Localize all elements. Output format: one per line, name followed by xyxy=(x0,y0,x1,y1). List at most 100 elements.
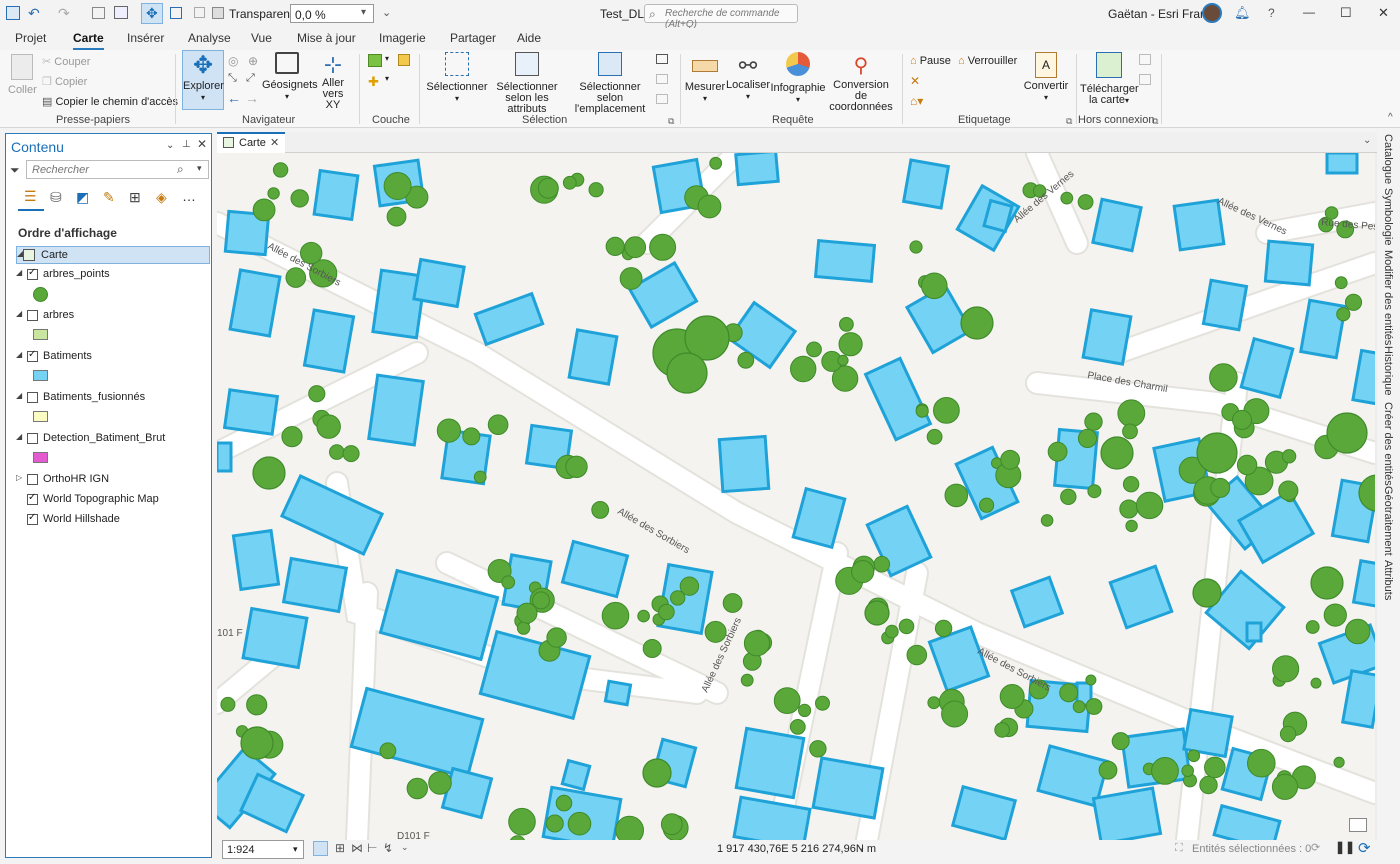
sync-icon[interactable] xyxy=(1139,54,1151,65)
add-data-icon[interactable] xyxy=(368,54,382,67)
layer-visibility-checkbox[interactable] xyxy=(27,512,38,525)
labeling-icon[interactable]: ◈ xyxy=(156,189,167,206)
convert-labels-button[interactable]: A Convertir ▾ xyxy=(1022,52,1070,103)
expand-arrow-icon[interactable]: ◢ xyxy=(16,309,22,318)
data-source-icon[interactable]: ⛁ xyxy=(50,189,62,206)
copy-button[interactable]: ❐ Copier xyxy=(42,75,87,88)
layer-row[interactable]: World Topographic Map xyxy=(6,491,206,509)
locate-button[interactable]: ⚯ Localiser ▾ xyxy=(726,52,770,102)
view-unplaced-icon[interactable]: ✕ xyxy=(910,74,920,88)
minimize-button[interactable]: — xyxy=(1303,5,1315,19)
expand-arrow-icon[interactable]: ◢ xyxy=(16,432,22,441)
customize-toolbar-icon[interactable]: ⌄ xyxy=(382,6,391,19)
tab-aide[interactable]: Aide xyxy=(517,31,541,45)
selection-icon[interactable]: ◩ xyxy=(76,189,89,206)
layer-symbol-swatch[interactable] xyxy=(33,329,48,340)
map-tools-icon[interactable] xyxy=(1349,818,1367,832)
basemap-icon[interactable] xyxy=(398,54,410,66)
layer-visibility-checkbox[interactable] xyxy=(27,310,38,321)
refresh-icon[interactable]: ⟳ xyxy=(1311,841,1320,854)
pause-labels-button[interactable]: ⌂ Pause xyxy=(910,55,951,67)
measure-button[interactable]: Mesurer ▾ xyxy=(684,52,726,104)
collapse-ribbon-icon[interactable]: ^ xyxy=(1388,112,1393,123)
tab-creer-entites[interactable]: Créer des entités xyxy=(1382,402,1394,486)
list-by-drawing-order-tab[interactable]: ☰ xyxy=(18,187,44,211)
selected-features-count[interactable]: Entités sélectionnées : 0 xyxy=(1192,843,1311,855)
dialog-launcher-icon[interactable]: ⧉ xyxy=(1152,116,1158,127)
select-icon[interactable] xyxy=(170,7,182,19)
snapping-toggle-icon[interactable]: ⋈ xyxy=(351,841,363,855)
switch-selection-icon[interactable] xyxy=(656,74,668,84)
tab-historique[interactable]: Historique xyxy=(1382,346,1394,396)
clear-icon[interactable] xyxy=(194,7,205,18)
contents-search-input[interactable]: Rechercher ⌕ ▾ xyxy=(26,160,209,179)
tab-projet[interactable]: Projet xyxy=(15,31,46,45)
paste-button[interactable]: Coller xyxy=(8,54,37,96)
fixed-scale-icon[interactable] xyxy=(313,841,328,856)
layer-row[interactable]: ▷ OrthoHR IGN xyxy=(6,471,206,489)
map-node[interactable]: ◢ Carte xyxy=(16,246,210,264)
close-icon[interactable]: ✕ xyxy=(197,137,207,151)
pause-drawing-icon[interactable]: ❚❚ xyxy=(1335,840,1355,854)
map-icon[interactable] xyxy=(114,6,128,19)
chevron-down-icon[interactable]: ⌄ xyxy=(401,842,409,853)
layer-symbol-swatch[interactable] xyxy=(33,370,48,381)
remove-offline-icon[interactable] xyxy=(1139,74,1151,85)
fixed-zoom-icon[interactable]: ⊕ xyxy=(248,54,258,68)
close-icon[interactable]: ✕ xyxy=(270,136,279,149)
zoom-out-fixed-icon[interactable]: ⤢ xyxy=(246,72,255,85)
expand-arrow-icon[interactable]: ◢ xyxy=(16,268,22,277)
expand-arrow-icon[interactable]: ◢ xyxy=(16,350,22,359)
map-canvas[interactable]: Allée des Sorbiers Allée des Sorbiers Allé… xyxy=(217,153,1375,840)
maximize-button[interactable]: ☐ xyxy=(1340,5,1352,21)
tab-inserer[interactable]: Insérer xyxy=(127,31,164,45)
layer-symbol-swatch[interactable] xyxy=(33,411,48,422)
redo-icon[interactable]: ↷ xyxy=(58,5,70,22)
constraints-icon[interactable]: ⊢ xyxy=(367,841,377,855)
layer-visibility-checkbox[interactable] xyxy=(27,267,38,280)
table-icon[interactable] xyxy=(92,7,105,19)
layer-visibility-checkbox[interactable] xyxy=(27,492,38,505)
dialog-launcher-icon[interactable]: ⧉ xyxy=(668,116,674,127)
tab-symbologie[interactable]: Symbologie xyxy=(1382,188,1394,245)
layer-visibility-checkbox[interactable] xyxy=(27,349,38,362)
tab-catalogue[interactable]: Catalogue xyxy=(1382,134,1394,184)
avatar[interactable] xyxy=(1202,3,1222,23)
correction-icon[interactable]: ↯ xyxy=(383,841,393,855)
dialog-launcher-icon[interactable]: ⧉ xyxy=(1066,116,1072,127)
goto-xy-button[interactable]: ⊹ Aller vers XY xyxy=(314,52,352,111)
editing-icon[interactable]: ✎ xyxy=(103,189,115,206)
infographics-button[interactable]: Infographie ▾ xyxy=(770,52,826,105)
chevron-down-icon[interactable]: ⌄ xyxy=(857,842,865,853)
explore-button[interactable]: ✥ Explorer ▾ xyxy=(182,50,224,110)
scale-select[interactable]: 1:924 ▾ xyxy=(222,840,304,859)
clear-selection-icon[interactable] xyxy=(656,94,668,104)
full-extent-icon[interactable]: ◎ xyxy=(228,54,238,68)
map-view[interactable]: Carte ✕ ⌄ Allée des Sorbiers Allée des So… xyxy=(217,132,1377,840)
expand-arrow-icon[interactable]: ◢ xyxy=(16,391,22,400)
more-icon[interactable]: … xyxy=(182,188,196,204)
refresh-map-icon[interactable]: ⟳ xyxy=(1358,839,1371,857)
tab-modifier-entites[interactable]: Modifier des entités xyxy=(1382,250,1394,345)
select-by-location-button[interactable]: Sélectionner selon l'emplacement xyxy=(566,52,654,115)
select-button[interactable]: Sélectionner ▾ xyxy=(426,52,488,104)
layer-row[interactable]: ◢ Batiments xyxy=(6,348,206,366)
download-map-button[interactable]: Télécharger la carte▾ xyxy=(1080,52,1139,106)
layer-visibility-checkbox[interactable] xyxy=(27,392,38,403)
map-tab[interactable]: Carte ✕ xyxy=(217,132,285,153)
expand-arrow-icon[interactable]: ▷ xyxy=(16,473,22,482)
snapping-icon[interactable]: ⊞ xyxy=(129,189,141,206)
copy-path-button[interactable]: ▤ Copier le chemin d'accès xyxy=(42,95,178,108)
next-extent-icon[interactable]: → xyxy=(245,90,259,106)
tab-imagerie[interactable]: Imagerie xyxy=(379,31,426,45)
pin-icon[interactable]: ⊥ xyxy=(182,139,191,150)
layer-row[interactable]: ◢ arbres_points xyxy=(6,266,206,284)
cut-button[interactable]: ✂ Couper xyxy=(42,55,90,68)
undo-icon[interactable]: ↶ xyxy=(28,5,40,22)
explore-quick-button[interactable]: ✥ xyxy=(141,3,163,24)
help-button[interactable]: ? xyxy=(1268,6,1275,20)
layer-row[interactable]: ◢ Batiments_fusionnés xyxy=(6,389,206,407)
tab-carte[interactable]: Carte xyxy=(73,31,104,50)
tab-list-icon[interactable]: ⌄ xyxy=(1363,135,1371,146)
layer-row[interactable]: ◢ arbres xyxy=(6,307,206,325)
